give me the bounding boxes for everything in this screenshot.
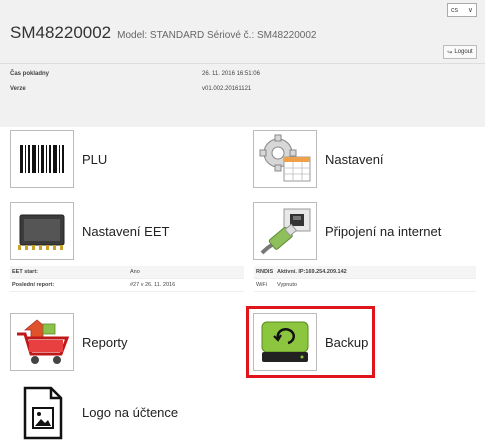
title-row: SM48220002 Model: STANDARD Sériové č.: S… <box>10 23 317 43</box>
device-meta: Model: STANDARD Sériové č.: SM48220002 <box>117 30 317 41</box>
tile-pripojeni-internet[interactable]: Připojení na internet <box>253 202 441 260</box>
tile-nastaveni[interactable]: Nastavení <box>253 130 384 188</box>
status-key: RNDIS <box>256 269 274 275</box>
divider <box>0 63 485 64</box>
tile-label: Připojení na internet <box>325 223 442 239</box>
table-row: EET start: Ano <box>10 266 244 279</box>
tile-label: Nastavení <box>325 151 384 167</box>
info-label: Čas pokladny <box>10 71 50 77</box>
tile-label: Nastavení EET <box>82 223 170 239</box>
ethernet-cable-icon <box>253 202 317 260</box>
settings-gear-icon <box>253 130 317 188</box>
chevron-down-icon: ∨ <box>467 7 473 14</box>
chip-icon <box>10 202 74 260</box>
table-row: RNDIS Aktivní. IP:169.254.209.142 <box>254 266 476 279</box>
barcode-icon <box>10 130 74 188</box>
tile-nastaveni-eet[interactable]: Nastavení EET <box>10 202 169 260</box>
header-panel: cs ∨ SM48220002 Model: STANDARD Sériové … <box>0 0 485 127</box>
eet-status-table: EET start: Ano Poslední report: #27 v 26… <box>10 266 244 292</box>
status-value: #27 v 26. 11. 2016 <box>130 282 176 288</box>
status-value: Vypnuto <box>277 282 297 288</box>
tile-reporty[interactable]: Reporty <box>10 313 128 371</box>
language-value: cs <box>451 6 458 14</box>
tile-logo-na-uctence[interactable]: Logo na účtence <box>10 383 178 440</box>
info-value: v01.002.20161121 <box>202 86 252 92</box>
status-value: Ano <box>130 269 140 275</box>
info-row-version: Verze v01.002.20161121 <box>10 86 476 98</box>
tile-label: Logo na účtence <box>82 404 179 420</box>
device-id: SM48220002 <box>10 23 112 42</box>
tile-label: PLU <box>82 151 108 167</box>
status-value: Aktivní. IP:169.254.209.142 <box>277 269 347 275</box>
info-row-time: Čas pokladny 26. 11. 2016 16:51:06 <box>10 71 476 83</box>
highlight-frame <box>246 306 375 378</box>
logout-icon: ↪ <box>447 49 453 56</box>
table-row: WiFi Vypnuto <box>254 279 476 292</box>
status-key: Poslední report: <box>12 282 55 288</box>
table-row: Poslední report: #27 v 26. 11. 2016 <box>10 279 244 292</box>
logout-label: Logout <box>454 49 473 55</box>
logout-button[interactable]: ↪ Logout <box>443 45 477 59</box>
info-value: 26. 11. 2016 16:51:06 <box>202 71 260 77</box>
status-key: EET start: <box>12 269 38 275</box>
net-status-table: RNDIS Aktivní. IP:169.254.209.142 WiFi V… <box>254 266 476 292</box>
receipt-image-icon <box>10 383 74 440</box>
info-label: Verze <box>10 86 26 92</box>
tile-plu[interactable]: PLU <box>10 130 107 188</box>
shopping-cart-icon <box>10 313 74 371</box>
status-key: WiFi <box>256 282 267 288</box>
language-select[interactable]: cs ∨ <box>447 3 477 17</box>
tile-label: Reporty <box>82 334 128 350</box>
